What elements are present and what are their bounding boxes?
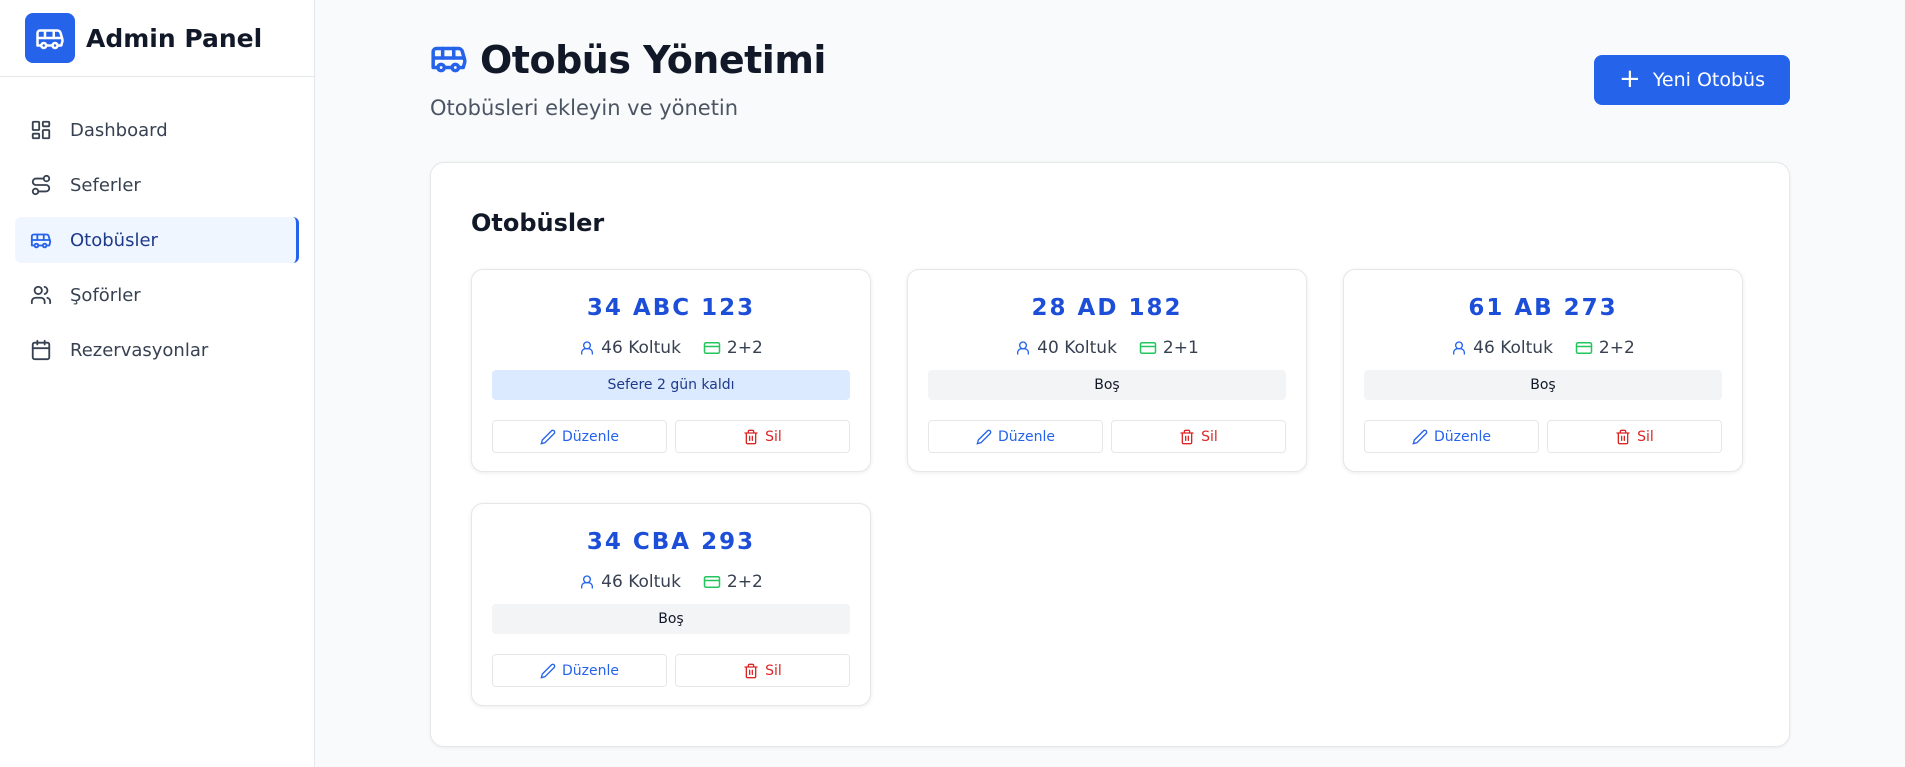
page-subtitle: Otobüsleri ekleyin ve yönetin — [430, 96, 739, 120]
delete-button-label: Sil — [765, 662, 782, 679]
calendar-icon — [29, 338, 53, 362]
card-actions: Düzenle Sil — [492, 654, 850, 687]
page-header: Otobüs Yönetimi Otobüsleri ekleyin ve yö… — [430, 38, 826, 120]
buses-panel: Otobüsler 34 ABC 123 46 Koltuk 2+2 Sefer… — [430, 162, 1790, 747]
bus-icon — [25, 13, 75, 63]
status-badge: Boş — [928, 370, 1286, 400]
sidebar-nav: Dashboard Seferler Otobüsler Şoförler Re… — [0, 107, 314, 373]
delete-button-label: Sil — [1637, 428, 1654, 445]
edit-button[interactable]: Düzenle — [1364, 420, 1539, 453]
delete-button-label: Sil — [1201, 428, 1218, 445]
sidebar-item-otobusler[interactable]: Otobüsler — [15, 217, 299, 263]
seat-layout-icon — [703, 576, 721, 588]
seat-layout: 2+2 — [1598, 338, 1635, 358]
route-icon — [29, 173, 53, 197]
bus-card: 34 CBA 293 46 Koltuk 2+2 Boş Düzenle Sil — [471, 503, 871, 706]
new-bus-button[interactable]: + Yeni Otobüs — [1594, 55, 1790, 105]
plus-icon: + — [1619, 63, 1641, 94]
card-actions: Düzenle Sil — [928, 420, 1286, 453]
sidebar-item-seferler[interactable]: Seferler — [15, 162, 299, 208]
sidebar-item-label: Seferler — [70, 174, 141, 196]
seat-layout-icon — [1139, 342, 1157, 354]
delete-button-label: Sil — [765, 428, 782, 445]
seat-icon — [581, 341, 594, 355]
edit-button-label: Düzenle — [998, 428, 1055, 445]
pencil-icon — [540, 429, 556, 445]
sidebar-item-label: Dashboard — [70, 119, 168, 141]
status-badge: Sefere 2 gün kaldı — [492, 370, 850, 400]
sidebar-item-label: Rezervasyonlar — [70, 339, 209, 361]
page-title: Otobüs Yönetimi — [480, 38, 826, 82]
seat-layout: 2+2 — [726, 572, 763, 592]
seat-count: 40 Koltuk — [1037, 338, 1117, 358]
page-title-row: Otobüs Yönetimi — [430, 38, 826, 82]
card-actions: Düzenle Sil — [492, 420, 850, 453]
delete-button[interactable]: Sil — [1111, 420, 1286, 453]
bus-meta: 46 Koltuk 2+2 — [472, 572, 870, 592]
sidebar-item-label: Otobüsler — [70, 229, 158, 251]
seat-layout-icon — [703, 342, 721, 354]
pencil-icon — [976, 429, 992, 445]
edit-button[interactable]: Düzenle — [492, 654, 667, 687]
new-bus-button-label: Yeni Otobüs — [1652, 69, 1765, 91]
panel-title: Otobüsler — [471, 209, 605, 237]
status-badge: Boş — [492, 604, 850, 634]
seat-count: 46 Koltuk — [601, 572, 681, 592]
seat-icon — [1453, 341, 1466, 355]
brand-title: Admin Panel — [86, 23, 263, 53]
bus-icon — [29, 228, 53, 252]
edit-button[interactable]: Düzenle — [492, 420, 667, 453]
edit-button[interactable]: Düzenle — [928, 420, 1103, 453]
sidebar-item-label: Şoförler — [70, 284, 141, 306]
edit-button-label: Düzenle — [562, 428, 619, 445]
sidebar-item-dashboard[interactable]: Dashboard — [15, 107, 299, 153]
bus-card: 28 AD 182 40 Koltuk 2+1 Boş Düzenle Sil — [907, 269, 1307, 472]
bus-plate: 34 CBA 293 — [586, 529, 756, 555]
bus-plate: 34 ABC 123 — [586, 295, 756, 321]
status-badge: Boş — [1364, 370, 1722, 400]
bus-card: 61 AB 273 46 Koltuk 2+2 Boş Düzenle Sil — [1343, 269, 1743, 472]
brand[interactable]: Admin Panel — [0, 0, 314, 77]
edit-button-label: Düzenle — [1434, 428, 1491, 445]
bus-icon — [430, 39, 468, 81]
seat-layout: 2+1 — [1162, 338, 1199, 358]
users-icon — [29, 283, 53, 307]
bus-meta: 46 Koltuk 2+2 — [472, 338, 870, 358]
delete-button[interactable]: Sil — [1547, 420, 1722, 453]
trash-icon — [1180, 429, 1194, 444]
sidebar-item-soforler[interactable]: Şoförler — [15, 272, 299, 318]
bus-plate: 28 AD 182 — [1031, 295, 1183, 321]
sidebar: Admin Panel Dashboard Seferler Otobüsler… — [0, 0, 315, 767]
seat-layout-icon — [1575, 342, 1593, 354]
seat-count: 46 Koltuk — [1473, 338, 1553, 358]
delete-button[interactable]: Sil — [675, 420, 850, 453]
delete-button[interactable]: Sil — [675, 654, 850, 687]
bus-meta: 46 Koltuk 2+2 — [1344, 338, 1742, 358]
edit-button-label: Düzenle — [562, 662, 619, 679]
seat-icon — [581, 575, 594, 589]
bus-card: 34 ABC 123 46 Koltuk 2+2 Sefere 2 gün ka… — [471, 269, 871, 472]
dashboard-grid-icon — [29, 118, 53, 142]
main-content: Otobüs Yönetimi Otobüsleri ekleyin ve yö… — [315, 0, 1905, 767]
seat-icon — [1017, 341, 1030, 355]
seat-count: 46 Koltuk — [601, 338, 681, 358]
pencil-icon — [1412, 429, 1428, 445]
bus-meta: 40 Koltuk 2+1 — [908, 338, 1306, 358]
card-actions: Düzenle Sil — [1364, 420, 1722, 453]
seat-layout: 2+2 — [726, 338, 763, 358]
trash-icon — [1616, 429, 1630, 444]
trash-icon — [744, 663, 758, 678]
pencil-icon — [540, 663, 556, 679]
trash-icon — [744, 429, 758, 444]
sidebar-item-rezervasyonlar[interactable]: Rezervasyonlar — [15, 327, 299, 373]
bus-plate: 61 AB 273 — [1468, 295, 1618, 321]
